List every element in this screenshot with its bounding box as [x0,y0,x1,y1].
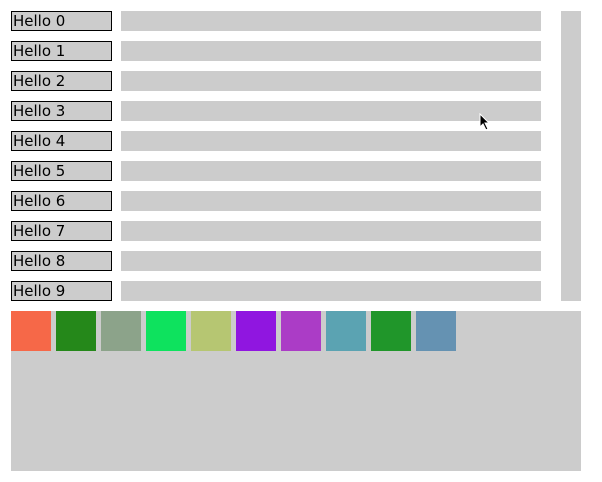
row-label-button[interactable]: Hello 3 [11,101,112,121]
color-swatch[interactable] [326,311,366,351]
list-row: Hello 0 [0,11,545,31]
row-bar [121,191,541,211]
color-swatch[interactable] [101,311,141,351]
color-swatch[interactable] [236,311,276,351]
row-label-button[interactable]: Hello 5 [11,161,112,181]
list-row: Hello 7 [0,221,545,241]
color-swatch[interactable] [191,311,231,351]
row-label-button[interactable]: Hello 8 [11,251,112,271]
row-bar [121,11,541,31]
row-label-button[interactable]: Hello 9 [11,281,112,301]
row-label-button[interactable]: Hello 2 [11,71,112,91]
color-palette [11,311,581,471]
row-bar [121,221,541,241]
row-label-button[interactable]: Hello 0 [11,11,112,31]
row-bar [121,41,541,61]
color-swatch[interactable] [281,311,321,351]
row-bar [121,281,541,301]
row-bar [121,71,541,91]
list-row: Hello 2 [0,71,545,91]
list-row: Hello 4 [0,131,545,151]
color-swatch[interactable] [56,311,96,351]
row-label-button[interactable]: Hello 6 [11,191,112,211]
list-row: Hello 5 [0,161,545,181]
row-bar [121,161,541,181]
list-row: Hello 3 [0,101,545,121]
color-swatch[interactable] [416,311,456,351]
row-bar [121,101,541,121]
color-swatch[interactable] [146,311,186,351]
color-swatch[interactable] [11,311,51,351]
row-label-button[interactable]: Hello 7 [11,221,112,241]
vertical-scrollbar[interactable] [561,11,581,301]
list-row: Hello 8 [0,251,545,271]
row-bar [121,131,541,151]
mouse-cursor-icon [479,113,491,131]
row-label-button[interactable]: Hello 1 [11,41,112,61]
list-row: Hello 6 [0,191,545,211]
color-swatch[interactable] [371,311,411,351]
row-bar [121,251,541,271]
row-label-button[interactable]: Hello 4 [11,131,112,151]
list-row: Hello 9 [0,281,545,301]
list-row: Hello 1 [0,41,545,61]
